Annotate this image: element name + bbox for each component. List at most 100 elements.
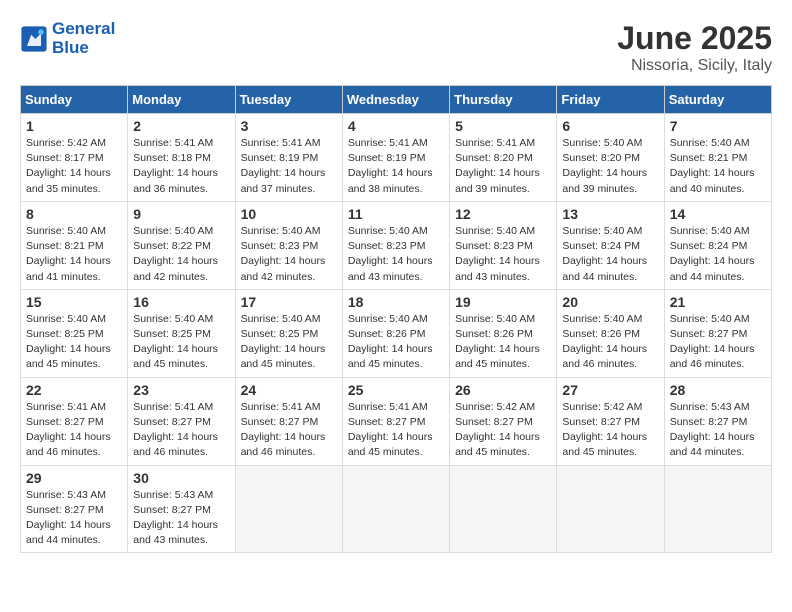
calendar-cell: 28 Sunrise: 5:43 AMSunset: 8:27 PMDaylig… — [664, 377, 771, 465]
day-detail: Sunrise: 5:42 AMSunset: 8:27 PMDaylight:… — [562, 400, 658, 461]
day-number: 25 — [348, 382, 444, 398]
day-number: 18 — [348, 294, 444, 310]
calendar-cell: 20 Sunrise: 5:40 AMSunset: 8:26 PMDaylig… — [557, 289, 664, 377]
day-detail: Sunrise: 5:41 AMSunset: 8:20 PMDaylight:… — [455, 136, 551, 197]
day-detail: Sunrise: 5:40 AMSunset: 8:22 PMDaylight:… — [133, 224, 229, 285]
calendar-cell: 24 Sunrise: 5:41 AMSunset: 8:27 PMDaylig… — [235, 377, 342, 465]
day-detail: Sunrise: 5:42 AMSunset: 8:27 PMDaylight:… — [455, 400, 551, 461]
calendar-cell — [664, 465, 771, 553]
calendar-cell: 29 Sunrise: 5:43 AMSunset: 8:27 PMDaylig… — [21, 465, 128, 553]
calendar-cell: 30 Sunrise: 5:43 AMSunset: 8:27 PMDaylig… — [128, 465, 235, 553]
month-title: June 2025 — [617, 20, 772, 57]
day-number: 14 — [670, 206, 766, 222]
day-number: 30 — [133, 470, 229, 486]
calendar-cell — [342, 465, 449, 553]
calendar-week-2: 8 Sunrise: 5:40 AMSunset: 8:21 PMDayligh… — [21, 201, 772, 289]
calendar-cell — [557, 465, 664, 553]
day-number: 20 — [562, 294, 658, 310]
calendar-cell: 13 Sunrise: 5:40 AMSunset: 8:24 PMDaylig… — [557, 201, 664, 289]
calendar-header-row: SundayMondayTuesdayWednesdayThursdayFrid… — [21, 86, 772, 114]
day-detail: Sunrise: 5:43 AMSunset: 8:27 PMDaylight:… — [26, 488, 122, 549]
day-header-tuesday: Tuesday — [235, 86, 342, 114]
calendar-cell: 27 Sunrise: 5:42 AMSunset: 8:27 PMDaylig… — [557, 377, 664, 465]
logo-icon — [20, 25, 48, 53]
day-number: 16 — [133, 294, 229, 310]
day-detail: Sunrise: 5:41 AMSunset: 8:27 PMDaylight:… — [348, 400, 444, 461]
day-number: 1 — [26, 118, 122, 134]
day-number: 2 — [133, 118, 229, 134]
calendar-cell: 8 Sunrise: 5:40 AMSunset: 8:21 PMDayligh… — [21, 201, 128, 289]
day-number: 22 — [26, 382, 122, 398]
day-header-thursday: Thursday — [450, 86, 557, 114]
calendar-cell: 5 Sunrise: 5:41 AMSunset: 8:20 PMDayligh… — [450, 114, 557, 202]
day-header-sunday: Sunday — [21, 86, 128, 114]
day-number: 6 — [562, 118, 658, 134]
logo: General Blue — [20, 20, 115, 57]
day-header-wednesday: Wednesday — [342, 86, 449, 114]
day-number: 29 — [26, 470, 122, 486]
day-header-monday: Monday — [128, 86, 235, 114]
day-number: 21 — [670, 294, 766, 310]
day-detail: Sunrise: 5:40 AMSunset: 8:21 PMDaylight:… — [26, 224, 122, 285]
calendar-cell: 12 Sunrise: 5:40 AMSunset: 8:23 PMDaylig… — [450, 201, 557, 289]
day-number: 13 — [562, 206, 658, 222]
calendar-cell: 25 Sunrise: 5:41 AMSunset: 8:27 PMDaylig… — [342, 377, 449, 465]
calendar-week-4: 22 Sunrise: 5:41 AMSunset: 8:27 PMDaylig… — [21, 377, 772, 465]
day-detail: Sunrise: 5:40 AMSunset: 8:25 PMDaylight:… — [26, 312, 122, 373]
calendar-cell: 7 Sunrise: 5:40 AMSunset: 8:21 PMDayligh… — [664, 114, 771, 202]
day-detail: Sunrise: 5:41 AMSunset: 8:19 PMDaylight:… — [348, 136, 444, 197]
calendar-cell — [235, 465, 342, 553]
day-number: 28 — [670, 382, 766, 398]
calendar-cell: 18 Sunrise: 5:40 AMSunset: 8:26 PMDaylig… — [342, 289, 449, 377]
day-number: 7 — [670, 118, 766, 134]
day-number: 17 — [241, 294, 337, 310]
logo-text: General Blue — [52, 20, 115, 57]
calendar-cell: 1 Sunrise: 5:42 AMSunset: 8:17 PMDayligh… — [21, 114, 128, 202]
calendar-week-3: 15 Sunrise: 5:40 AMSunset: 8:25 PMDaylig… — [21, 289, 772, 377]
day-number: 4 — [348, 118, 444, 134]
calendar-cell: 2 Sunrise: 5:41 AMSunset: 8:18 PMDayligh… — [128, 114, 235, 202]
calendar-body: 1 Sunrise: 5:42 AMSunset: 8:17 PMDayligh… — [21, 114, 772, 553]
day-number: 11 — [348, 206, 444, 222]
day-detail: Sunrise: 5:40 AMSunset: 8:26 PMDaylight:… — [562, 312, 658, 373]
day-detail: Sunrise: 5:40 AMSunset: 8:23 PMDaylight:… — [241, 224, 337, 285]
day-detail: Sunrise: 5:41 AMSunset: 8:19 PMDaylight:… — [241, 136, 337, 197]
calendar-cell: 21 Sunrise: 5:40 AMSunset: 8:27 PMDaylig… — [664, 289, 771, 377]
day-number: 27 — [562, 382, 658, 398]
day-detail: Sunrise: 5:40 AMSunset: 8:23 PMDaylight:… — [455, 224, 551, 285]
calendar-cell: 17 Sunrise: 5:40 AMSunset: 8:25 PMDaylig… — [235, 289, 342, 377]
day-detail: Sunrise: 5:43 AMSunset: 8:27 PMDaylight:… — [670, 400, 766, 461]
day-detail: Sunrise: 5:40 AMSunset: 8:25 PMDaylight:… — [241, 312, 337, 373]
day-number: 19 — [455, 294, 551, 310]
day-detail: Sunrise: 5:41 AMSunset: 8:18 PMDaylight:… — [133, 136, 229, 197]
day-detail: Sunrise: 5:42 AMSunset: 8:17 PMDaylight:… — [26, 136, 122, 197]
calendar-cell: 23 Sunrise: 5:41 AMSunset: 8:27 PMDaylig… — [128, 377, 235, 465]
day-number: 10 — [241, 206, 337, 222]
day-detail: Sunrise: 5:40 AMSunset: 8:26 PMDaylight:… — [455, 312, 551, 373]
calendar-cell: 3 Sunrise: 5:41 AMSunset: 8:19 PMDayligh… — [235, 114, 342, 202]
location-title: Nissoria, Sicily, Italy — [617, 57, 772, 75]
calendar-cell — [450, 465, 557, 553]
calendar-cell: 6 Sunrise: 5:40 AMSunset: 8:20 PMDayligh… — [557, 114, 664, 202]
calendar-cell: 10 Sunrise: 5:40 AMSunset: 8:23 PMDaylig… — [235, 201, 342, 289]
day-number: 8 — [26, 206, 122, 222]
day-header-friday: Friday — [557, 86, 664, 114]
calendar-week-5: 29 Sunrise: 5:43 AMSunset: 8:27 PMDaylig… — [21, 465, 772, 553]
day-number: 26 — [455, 382, 551, 398]
calendar-cell: 11 Sunrise: 5:40 AMSunset: 8:23 PMDaylig… — [342, 201, 449, 289]
day-detail: Sunrise: 5:40 AMSunset: 8:24 PMDaylight:… — [562, 224, 658, 285]
title-block: June 2025 Nissoria, Sicily, Italy — [617, 20, 772, 75]
day-detail: Sunrise: 5:40 AMSunset: 8:26 PMDaylight:… — [348, 312, 444, 373]
calendar-cell: 16 Sunrise: 5:40 AMSunset: 8:25 PMDaylig… — [128, 289, 235, 377]
day-number: 5 — [455, 118, 551, 134]
day-detail: Sunrise: 5:41 AMSunset: 8:27 PMDaylight:… — [26, 400, 122, 461]
calendar-cell: 9 Sunrise: 5:40 AMSunset: 8:22 PMDayligh… — [128, 201, 235, 289]
calendar-cell: 4 Sunrise: 5:41 AMSunset: 8:19 PMDayligh… — [342, 114, 449, 202]
calendar-cell: 22 Sunrise: 5:41 AMSunset: 8:27 PMDaylig… — [21, 377, 128, 465]
day-detail: Sunrise: 5:40 AMSunset: 8:20 PMDaylight:… — [562, 136, 658, 197]
day-number: 23 — [133, 382, 229, 398]
day-number: 9 — [133, 206, 229, 222]
page-header: General Blue June 2025 Nissoria, Sicily,… — [20, 20, 772, 75]
calendar-cell: 14 Sunrise: 5:40 AMSunset: 8:24 PMDaylig… — [664, 201, 771, 289]
calendar-cell: 15 Sunrise: 5:40 AMSunset: 8:25 PMDaylig… — [21, 289, 128, 377]
